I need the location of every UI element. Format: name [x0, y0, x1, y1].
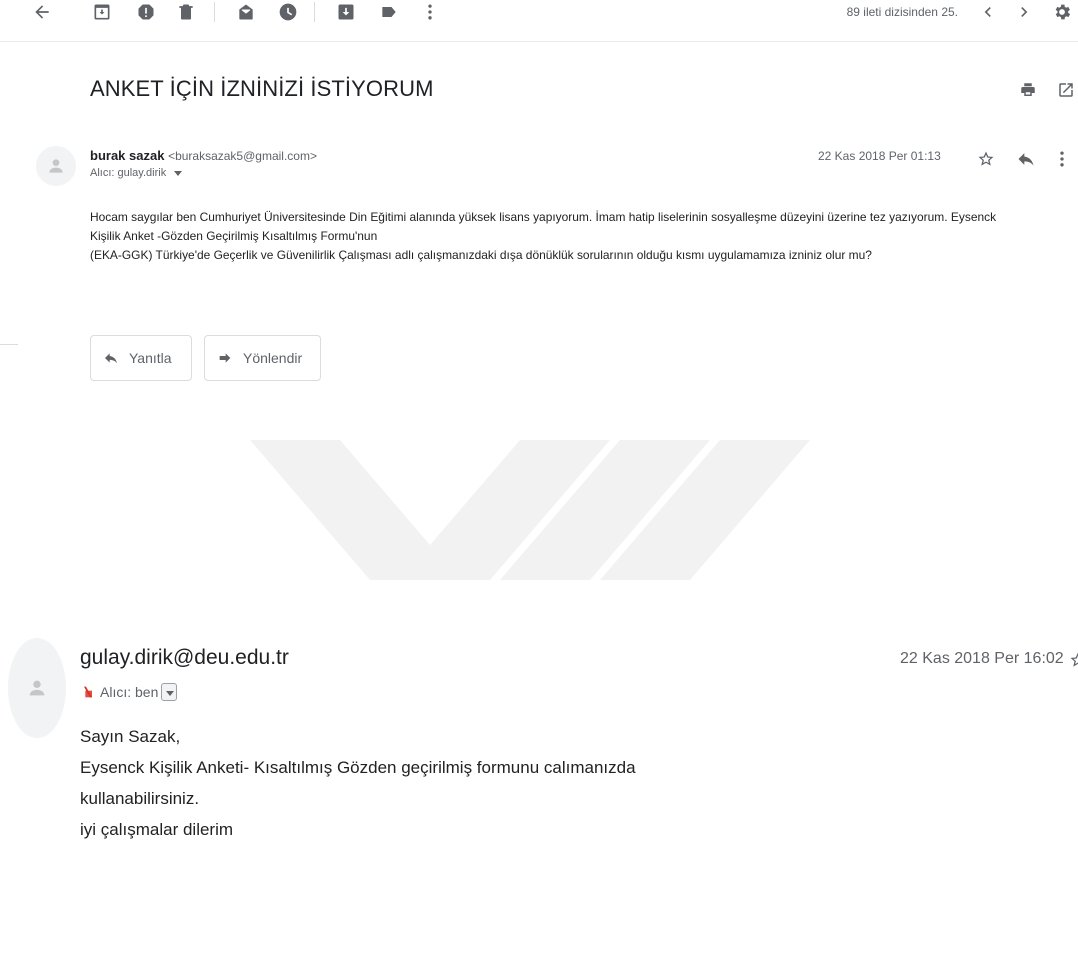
unencrypted-lock-icon [84, 686, 92, 698]
toolbar-separator [314, 2, 315, 22]
thread-subject: ANKET İÇİN İZNİNİZİ İSTİYORUM [90, 76, 434, 101]
message-date: 22 Kas 2018 Per 16:02 [900, 650, 1064, 667]
toolbar: 89 ileti dizisinden 25. [0, 0, 1078, 42]
recipient-label: Alıcı: gulay.dirik [90, 167, 167, 179]
message-sender[interactable]: gulay.dirik@deu.edu.tr [80, 646, 289, 670]
chevron-left-icon[interactable] [976, 0, 1000, 24]
pagination-counter: 89 ileti dizisinden 25. [846, 5, 958, 19]
open-in-new-icon[interactable] [1054, 78, 1078, 102]
star-icon[interactable] [974, 147, 998, 171]
recipient-label: Alıcı: ben [100, 684, 159, 700]
body-line: kullanabilirsiniz. [80, 789, 200, 808]
reply-button[interactable]: Yanıtla [90, 335, 192, 381]
reply-icon[interactable] [1014, 147, 1038, 171]
message-body: Hocam saygılar ben Cumhuriyet Üniversite… [90, 208, 1078, 265]
snooze-icon[interactable] [276, 0, 300, 24]
delete-icon[interactable] [174, 0, 198, 24]
avatar [36, 146, 76, 186]
body-line: (EKA-GGK) Türkiye'de Geçerlik ve Güvenil… [90, 248, 872, 262]
more-vert-icon[interactable] [418, 0, 442, 24]
forward-button[interactable]: Yönlendir [204, 335, 321, 381]
toolbar-separator [214, 2, 215, 22]
sender-name[interactable]: burak sazak [90, 148, 164, 163]
message-date: 22 Kas 2018 Per 01:13 [818, 149, 941, 163]
back-arrow-icon[interactable] [30, 0, 54, 24]
reply-label: Yanıtla [129, 350, 172, 366]
forward-icon [219, 353, 231, 363]
body-line: iyi çalışmalar dilerim [80, 820, 234, 839]
chevron-down-icon[interactable] [174, 170, 183, 176]
recipient-line[interactable]: Alıcı: ben [80, 683, 178, 701]
divider [0, 344, 18, 345]
gear-icon[interactable] [1050, 0, 1074, 24]
print-icon[interactable] [1016, 78, 1040, 102]
chevron-right-icon[interactable] [1012, 0, 1036, 24]
avatar [8, 638, 66, 738]
sender-email: <buraksazak5@gmail.com> [168, 149, 317, 163]
report-spam-icon[interactable] [134, 0, 158, 24]
star-icon[interactable] [1066, 648, 1078, 672]
forward-label: Yönlendir [243, 350, 303, 366]
archive-icon[interactable] [90, 0, 114, 24]
chevron-down-icon[interactable] [161, 683, 178, 701]
body-line: Eysenck Kişilik Anketi- Kısaltılmış Gözd… [80, 758, 636, 777]
more-vert-icon[interactable] [1050, 147, 1074, 171]
body-line: Hocam saygılar ben Cumhuriyet Üniversite… [90, 210, 997, 224]
body-line: Sayın Sazak, [80, 727, 181, 746]
watermark-logo [250, 440, 810, 580]
body-line: Kişilik Anket -Gözden Geçirilmiş Kısaltı… [90, 229, 378, 243]
message-body: Sayın Sazak, Eysenck Kişilik Anketi- Kıs… [80, 727, 636, 851]
recipient-line[interactable]: Alıcı: gulay.dirik [90, 167, 183, 179]
reply-icon [105, 353, 117, 364]
message-sender: burak sazak <buraksazak5@gmail.com> [90, 148, 317, 163]
label-icon[interactable] [377, 0, 401, 24]
move-to-icon[interactable] [334, 0, 358, 24]
mark-unread-icon[interactable] [234, 0, 258, 24]
